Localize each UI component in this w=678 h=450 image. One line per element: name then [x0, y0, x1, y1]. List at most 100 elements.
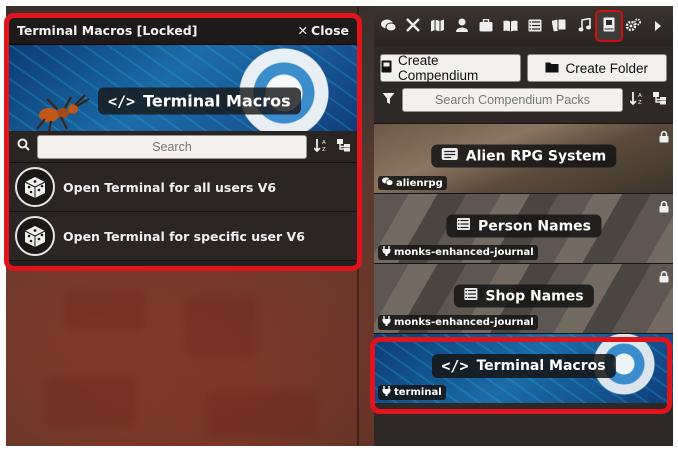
compendium-book-icon — [381, 60, 392, 76]
plug-icon — [382, 246, 391, 259]
create-compendium-label: Create Compendium — [398, 53, 479, 83]
close-label: Close — [311, 23, 349, 38]
tab-actors[interactable] — [450, 12, 475, 40]
lock-icon — [659, 198, 669, 217]
code-icon: </> — [108, 92, 136, 110]
crossed-swords-icon — [405, 17, 420, 36]
table-list-icon — [463, 288, 477, 305]
dice-icon — [15, 216, 55, 256]
sort-icon[interactable]: AZ — [628, 91, 645, 109]
folder-icon — [545, 61, 559, 76]
create-compendium-button[interactable]: Create Compendium — [380, 53, 521, 83]
create-folder-button[interactable]: Create Folder — [526, 54, 667, 82]
caret-right-icon — [654, 17, 662, 36]
pack-source-text: monks-enhanced-journal — [394, 247, 534, 258]
filter-icon[interactable] — [380, 92, 396, 109]
plug-icon — [382, 386, 391, 399]
pack-title: Person Names — [445, 214, 602, 238]
canvas-blob — [206, 391, 316, 436]
compendium-pack[interactable]: </> Terminal Macros terminal — [374, 333, 673, 403]
user-icon — [455, 17, 468, 36]
tab-chat[interactable] — [376, 12, 401, 40]
cards-icon — [551, 17, 567, 36]
close-icon: ✕ — [297, 23, 309, 38]
svg-text:A: A — [322, 140, 326, 146]
pack-title-text: Terminal Macros — [476, 358, 606, 374]
pack-source-badge: alienrpg — [378, 176, 447, 190]
tab-cards[interactable] — [548, 12, 573, 40]
pack-source-badge: monks-enhanced-journal — [378, 245, 538, 260]
lock-icon — [659, 268, 669, 287]
create-folder-label: Create Folder — [565, 60, 649, 76]
pack-source-badge: terminal — [378, 385, 446, 400]
pack-title-text: Person Names — [477, 218, 592, 234]
tab-compendium[interactable] — [594, 10, 623, 42]
tab-collapse[interactable] — [646, 12, 671, 40]
book-open-icon — [503, 17, 518, 36]
pack-title-text: Alien RPG System — [465, 148, 607, 164]
compendium-search-input[interactable]: Search Compendium Packs — [402, 88, 623, 112]
chat-icon — [380, 17, 397, 36]
dice-icon — [15, 167, 55, 207]
compendium-pack[interactable]: Person Names monks-enhanced-journal — [374, 193, 673, 263]
lock-icon — [659, 128, 669, 147]
pack-title-text: Shop Names — [485, 288, 584, 304]
cogs-icon — [625, 17, 642, 36]
svg-text:Z: Z — [638, 100, 642, 105]
tab-scenes[interactable] — [425, 12, 450, 40]
svg-text:Z: Z — [322, 147, 326, 152]
compendium-pack[interactable]: Shop Names monks-enhanced-journal — [374, 263, 673, 333]
table-list-icon — [528, 17, 542, 36]
tab-items[interactable] — [474, 12, 499, 40]
macro-label: Open Terminal for all users V6 — [63, 179, 277, 195]
ant-icon — [36, 94, 90, 131]
window-search-row: Search AZ — [9, 131, 357, 163]
pack-title: </> Terminal Macros — [431, 354, 616, 378]
macro-entry[interactable]: Open Terminal for all users V6 — [9, 163, 357, 212]
compendium-book-icon — [603, 17, 615, 36]
canvas-blob — [66, 291, 146, 331]
collapse-folders-icon[interactable] — [651, 91, 667, 109]
pack-title: Alien RPG System — [430, 144, 617, 168]
map-icon — [430, 17, 445, 36]
tab-playlists[interactable] — [572, 12, 597, 40]
tab-journal[interactable] — [499, 12, 524, 40]
banner-title: </> Terminal Macros — [98, 87, 301, 115]
pack-source-text: monks-enhanced-journal — [394, 317, 534, 328]
plug-icon — [382, 316, 391, 329]
search-icon — [15, 138, 31, 155]
pack-source-text: alienrpg — [396, 177, 443, 189]
chat-icon — [382, 177, 394, 189]
tab-tables[interactable] — [523, 12, 548, 40]
sidebar-tabs — [374, 6, 673, 46]
window-header[interactable]: Terminal Macros [Locked] ✕ Close — [9, 17, 357, 45]
compendium-pack[interactable]: Alien RPG System alienrpg — [374, 123, 673, 193]
compendium-pack-list: Alien RPG System alienrpg Person Names m… — [374, 123, 673, 403]
svg-text:A: A — [638, 93, 642, 99]
chat-bubbles-icon — [441, 148, 458, 165]
sidebar-filter-row: Search Compendium Packs AZ — [374, 88, 673, 118]
banner-title-text: Terminal Macros — [143, 91, 291, 111]
canvas-blob — [46, 376, 136, 426]
canvas-blob — [186, 296, 256, 356]
suitcase-icon — [479, 17, 493, 36]
compendium-banner: </> Terminal Macros — [9, 45, 357, 131]
macro-entry[interactable]: Open Terminal for specific user V6 — [9, 212, 357, 261]
close-button[interactable]: ✕ Close — [298, 23, 349, 38]
music-icon — [578, 17, 591, 36]
macro-label: Open Terminal for specific user V6 — [63, 228, 305, 244]
search-input[interactable]: Search — [37, 134, 307, 159]
code-icon: </> — [441, 357, 469, 375]
pack-source-badge: monks-enhanced-journal — [378, 315, 538, 330]
compendium-window: Terminal Macros [Locked] ✕ Close </> Ter… — [8, 16, 358, 268]
pack-source-text: terminal — [394, 387, 442, 398]
collapse-folders-icon[interactable] — [335, 138, 351, 156]
pack-title: Shop Names — [453, 284, 594, 308]
sidebar: Create Compendium Create Folder Search C… — [374, 6, 673, 446]
window-title: Terminal Macros [Locked] — [17, 23, 198, 38]
sort-icon[interactable]: AZ — [312, 138, 329, 156]
compendium-actions: Create Compendium Create Folder — [374, 46, 673, 88]
table-list-icon — [456, 218, 470, 235]
tab-combat[interactable] — [401, 12, 426, 40]
tab-settings[interactable] — [621, 12, 646, 40]
